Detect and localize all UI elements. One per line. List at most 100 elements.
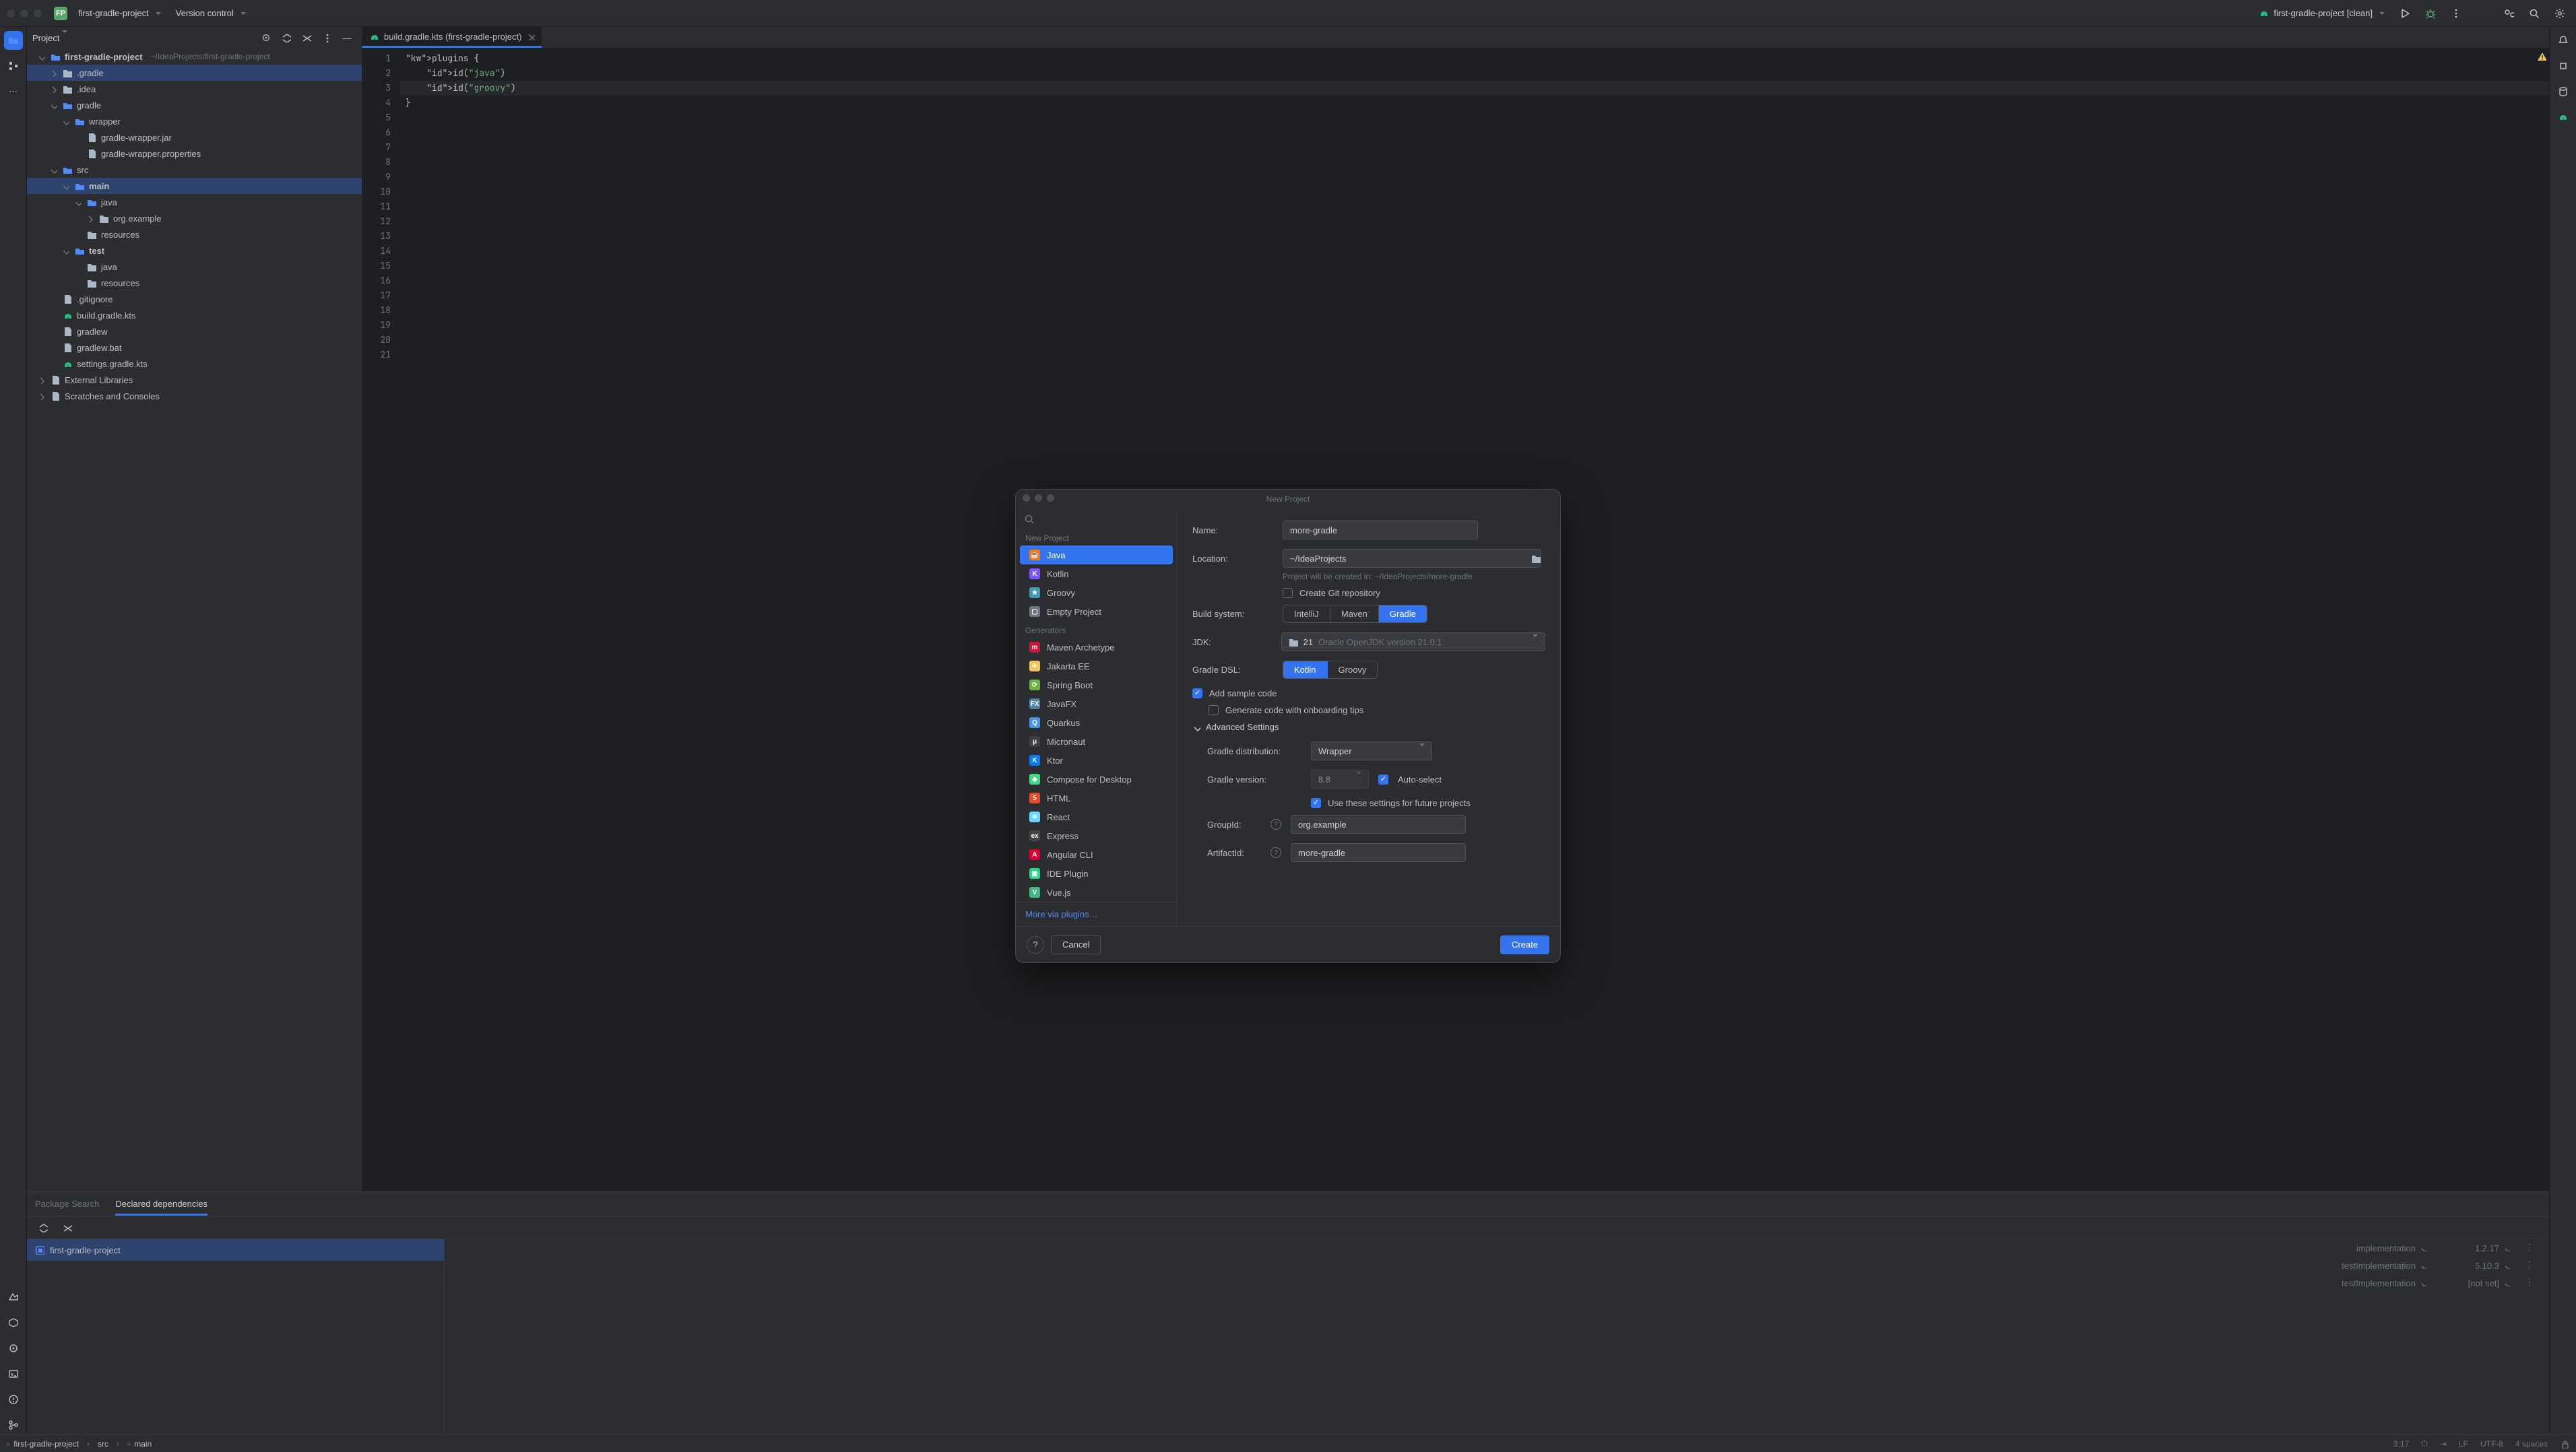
hide-panel-button[interactable]: —	[337, 28, 356, 47]
structure-tool-button[interactable]	[4, 57, 23, 75]
tree-row[interactable]: gradlew.bat	[27, 339, 362, 356]
file-encoding[interactable]: UTF-8	[2480, 1439, 2503, 1449]
dep-actions-button[interactable]: ⋮	[2519, 1260, 2540, 1271]
indent-info[interactable]: 4 spaces	[2515, 1439, 2548, 1449]
tree-row[interactable]: settings.gradle.kts	[27, 356, 362, 372]
caret-position[interactable]: 3:17	[2393, 1439, 2409, 1449]
gradle-dsl-segmented[interactable]: KotlinGroovy	[1283, 661, 1378, 679]
segment-option[interactable]: Kotlin	[1283, 661, 1328, 678]
run-button[interactable]	[2395, 4, 2414, 23]
terminal-tool-button[interactable]	[4, 1364, 23, 1383]
create-git-checkbox[interactable]	[1283, 588, 1293, 598]
tree-row[interactable]: java	[27, 259, 362, 275]
tree-row[interactable]: .gitignore	[27, 291, 362, 307]
gradle-dist-select[interactable]: Wrapper	[1311, 741, 1432, 760]
tree-row[interactable]: Scratches and Consoles	[27, 388, 362, 404]
tab-declared-dependencies[interactable]: Declared dependencies	[115, 1192, 207, 1216]
create-button[interactable]: Create	[1500, 935, 1549, 954]
expand-arrow-icon[interactable]	[85, 214, 94, 222]
select-opened-file-button[interactable]	[257, 28, 276, 47]
vcs-tool-button[interactable]	[4, 1416, 23, 1434]
dialog-help-button[interactable]: ?	[1027, 936, 1044, 954]
groupid-input[interactable]	[1291, 815, 1466, 834]
generator-item[interactable]: ⟳Spring Boot	[1020, 675, 1173, 694]
tree-row[interactable]: java	[27, 194, 362, 210]
tree-row[interactable]: .idea	[27, 81, 362, 97]
generator-item[interactable]: ◆Compose for Desktop	[1020, 770, 1173, 789]
dep-actions-button[interactable]: ⋮	[2519, 1278, 2540, 1288]
expand-arrow-icon[interactable]	[49, 101, 58, 109]
more-tool-button[interactable]: ⋯	[4, 82, 23, 101]
tree-row[interactable]: resources	[27, 226, 362, 242]
artifactid-input[interactable]	[1291, 843, 1466, 862]
generator-item[interactable]: ▢Empty Project	[1020, 602, 1173, 621]
future-settings-checkbox[interactable]	[1311, 798, 1321, 808]
generator-item[interactable]: ★Groovy	[1020, 583, 1173, 602]
expand-arrow-icon[interactable]	[49, 69, 58, 77]
generator-item[interactable]: QQuarkus	[1020, 713, 1173, 732]
gradle-tool-button[interactable]	[2554, 108, 2573, 127]
browse-location-button[interactable]	[1526, 549, 1545, 568]
database-tool-button[interactable]	[2554, 82, 2573, 101]
onboarding-checkbox[interactable]	[1209, 705, 1219, 715]
power-save-icon[interactable]: ⏻	[2421, 1439, 2428, 1449]
cancel-button[interactable]: Cancel	[1051, 935, 1101, 954]
editor-tab[interactable]: build.gradle.kts (first-gradle-project)	[362, 27, 542, 48]
expand-arrow-icon[interactable]	[36, 392, 46, 400]
generator-item[interactable]: AAngular CLI	[1020, 845, 1173, 864]
ai-assistant-tool-button[interactable]	[2554, 57, 2573, 75]
more-via-plugins-link[interactable]: More via plugins…	[1016, 902, 1177, 926]
expand-arrow-icon[interactable]	[49, 85, 58, 93]
dep-version[interactable]: [not set]	[2436, 1278, 2510, 1288]
module-item[interactable]: first-gradle-project	[27, 1239, 444, 1261]
gradle-version-select[interactable]: 8.8	[1311, 770, 1369, 789]
readonly-toggle[interactable]	[2560, 1439, 2569, 1449]
generator-item[interactable]: 5HTML	[1020, 789, 1173, 807]
generator-item[interactable]: mMaven Archetype	[1020, 638, 1173, 657]
run-config-dropdown[interactable]: first-gradle-project [clean]	[2255, 6, 2389, 21]
help-icon[interactable]: ?	[1270, 847, 1281, 858]
expand-arrow-icon[interactable]	[36, 53, 46, 61]
collapse-all-button[interactable]	[297, 28, 316, 47]
name-input[interactable]	[1283, 521, 1478, 539]
dep-version[interactable]: 1.2.17	[2436, 1243, 2510, 1253]
tab-package-search[interactable]: Package Search	[35, 1192, 99, 1216]
packages-tool-button[interactable]	[4, 1313, 23, 1332]
generator-item[interactable]: KKtor	[1020, 751, 1173, 770]
modules-list[interactable]: first-gradle-project	[27, 1239, 445, 1434]
generator-item[interactable]: VVue.js	[1020, 883, 1173, 902]
breadcrumb-main[interactable]: main	[134, 1439, 152, 1449]
generator-item[interactable]: μMicronaut	[1020, 732, 1173, 751]
tree-row[interactable]: resources	[27, 275, 362, 291]
project-tool-button[interactable]	[4, 31, 23, 50]
tree-row[interactable]: org.example	[27, 210, 362, 226]
generator-item[interactable]: ⚛React	[1020, 807, 1173, 826]
project-view-selector[interactable]: Project	[32, 33, 67, 43]
build-system-segmented[interactable]: IntelliJMavenGradle	[1283, 605, 1427, 623]
dependencies-table[interactable]: implementation 1.2.17 ⋮ testImplementatio…	[445, 1239, 2549, 1434]
dependency-row[interactable]: implementation 1.2.17 ⋮	[445, 1239, 2549, 1257]
expand-arrow-icon[interactable]	[61, 182, 70, 190]
tree-row[interactable]: build.gradle.kts	[27, 307, 362, 323]
generator-item[interactable]: exExpress	[1020, 826, 1173, 845]
location-input[interactable]	[1283, 549, 1541, 568]
dep-scope[interactable]: testImplementation	[2298, 1261, 2426, 1271]
collapse-modules-button[interactable]	[58, 1218, 77, 1237]
search-everywhere-button[interactable]	[2525, 4, 2544, 23]
generator-item[interactable]: ✈Jakarta EE	[1020, 657, 1173, 675]
generator-search[interactable]	[1016, 508, 1177, 529]
advanced-settings-toggle[interactable]: Advanced Settings	[1192, 722, 1545, 732]
expand-arrow-icon[interactable]	[49, 166, 58, 174]
panel-options-button[interactable]	[317, 28, 336, 47]
project-dropdown[interactable]: first-gradle-project	[74, 6, 165, 20]
dep-scope[interactable]: implementation	[2298, 1243, 2426, 1253]
tree-row[interactable]: gradle	[27, 97, 362, 113]
vcs-dropdown[interactable]: Version control	[172, 6, 250, 20]
tree-row[interactable]: External Libraries	[27, 372, 362, 388]
sample-code-checkbox[interactable]	[1192, 688, 1202, 698]
dialog-window-controls[interactable]	[1023, 494, 1054, 502]
auto-select-checkbox[interactable]	[1378, 774, 1388, 785]
expand-all-button[interactable]	[277, 28, 296, 47]
tree-row[interactable]: gradle-wrapper.properties	[27, 145, 362, 162]
services-tool-button[interactable]	[4, 1339, 23, 1358]
